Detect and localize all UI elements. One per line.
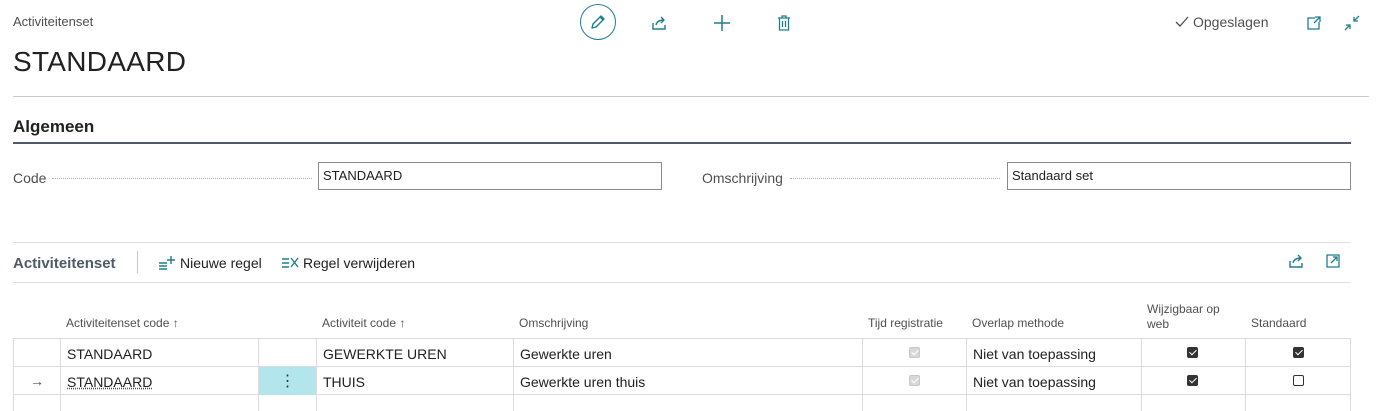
time-registration-checkbox — [909, 347, 920, 358]
standard-checkbox[interactable] — [1293, 347, 1304, 358]
saved-status: Opgeslagen — [1174, 14, 1269, 30]
part-top-divider — [13, 242, 1351, 243]
col-divider — [1141, 338, 1142, 411]
description-field[interactable]: Standaard set — [1007, 162, 1351, 190]
page-title: STANDAARD — [13, 46, 187, 77]
check-icon — [1175, 16, 1189, 27]
section-divider — [13, 142, 1351, 144]
cell-description[interactable]: Gewerkte uren — [520, 346, 612, 362]
new-line-button[interactable]: Nieuwe regel — [158, 255, 262, 271]
col-header-overlap-method[interactable]: Overlap methode — [972, 316, 1064, 330]
editable-web-checkbox[interactable] — [1187, 375, 1198, 386]
cell-set-code[interactable]: STANDAARD — [67, 374, 152, 390]
code-leader-dots — [52, 178, 312, 179]
col-header-activity-code[interactable]: Activiteit code ↑ — [322, 316, 405, 330]
col-header-description[interactable]: Omschrijving — [519, 316, 588, 330]
col-divider — [13, 338, 14, 411]
breadcrumb: Activiteitenset — [13, 14, 94, 29]
col-header-standard[interactable]: Standaard — [1251, 316, 1306, 330]
part-expand-button[interactable] — [1315, 244, 1351, 278]
col-header-time-registration[interactable]: Tijd registratie — [868, 316, 943, 330]
collapse-icon — [1344, 15, 1360, 31]
description-leader-dots — [790, 178, 1000, 179]
col-header-set-code[interactable]: Activiteitenset code ↑ — [66, 316, 179, 330]
edit-button[interactable] — [580, 4, 616, 40]
open-new-window-button[interactable] — [1296, 6, 1332, 40]
add-icon — [714, 15, 730, 31]
editable-web-checkbox[interactable] — [1187, 347, 1198, 358]
row-divider — [13, 394, 1351, 395]
col-divider — [316, 338, 317, 411]
section-title-general[interactable]: Algemeen — [13, 117, 94, 137]
part-share-button[interactable] — [1278, 244, 1314, 278]
row-divider — [13, 338, 1351, 339]
col-header-editable-web[interactable]: Wijzigbaar op web — [1147, 302, 1237, 332]
collapse-button[interactable] — [1334, 6, 1370, 40]
share-icon — [652, 16, 666, 30]
col-divider — [862, 338, 863, 411]
delete-button[interactable] — [766, 6, 802, 40]
new-line-icon — [159, 256, 175, 270]
new-line-label: Nieuwe regel — [180, 255, 262, 271]
delete-line-label: Regel verwijderen — [303, 255, 416, 271]
delete-line-button[interactable]: Regel verwijderen — [281, 255, 415, 271]
cell-activity-code[interactable]: GEWERKTE UREN — [323, 346, 447, 362]
standard-checkbox[interactable] — [1293, 375, 1304, 386]
edit-icon — [591, 15, 605, 29]
cell-overlap-method[interactable]: Niet van toepassing — [973, 346, 1096, 362]
col-divider — [513, 338, 514, 411]
col-divider — [60, 338, 61, 411]
description-label: Omschrijving — [702, 170, 783, 186]
saved-label: Opgeslagen — [1193, 14, 1269, 30]
expand-icon — [1326, 254, 1340, 268]
delete-icon — [778, 15, 790, 31]
col-divider — [1245, 338, 1246, 411]
row-divider — [13, 366, 1351, 367]
cell-description[interactable]: Gewerkte uren thuis — [520, 374, 645, 390]
col-divider — [1350, 338, 1351, 411]
cell-activity-code[interactable]: THUIS — [323, 374, 365, 390]
col-divider — [966, 338, 967, 411]
header-divider — [13, 96, 1369, 97]
time-registration-checkbox — [909, 375, 920, 386]
code-label: Code — [13, 170, 47, 186]
open-new-window-icon — [1307, 16, 1321, 30]
cell-overlap-method[interactable]: Niet van toepassing — [973, 374, 1096, 390]
delete-line-icon — [282, 257, 299, 268]
part-bottom-divider — [13, 282, 1351, 283]
more-options-icon: ⋮ — [279, 373, 296, 390]
new-button[interactable] — [704, 6, 740, 40]
row-arrow-icon: → — [30, 373, 44, 389]
part-title[interactable]: Activiteitenset — [13, 255, 116, 272]
more-options-button[interactable]: ⋮ — [259, 367, 316, 395]
share-icon — [1289, 254, 1303, 268]
part-separator — [137, 251, 138, 273]
code-field[interactable]: STANDAARD — [318, 162, 662, 190]
cell-set-code[interactable]: STANDAARD — [67, 346, 152, 362]
share-button[interactable] — [641, 6, 677, 40]
